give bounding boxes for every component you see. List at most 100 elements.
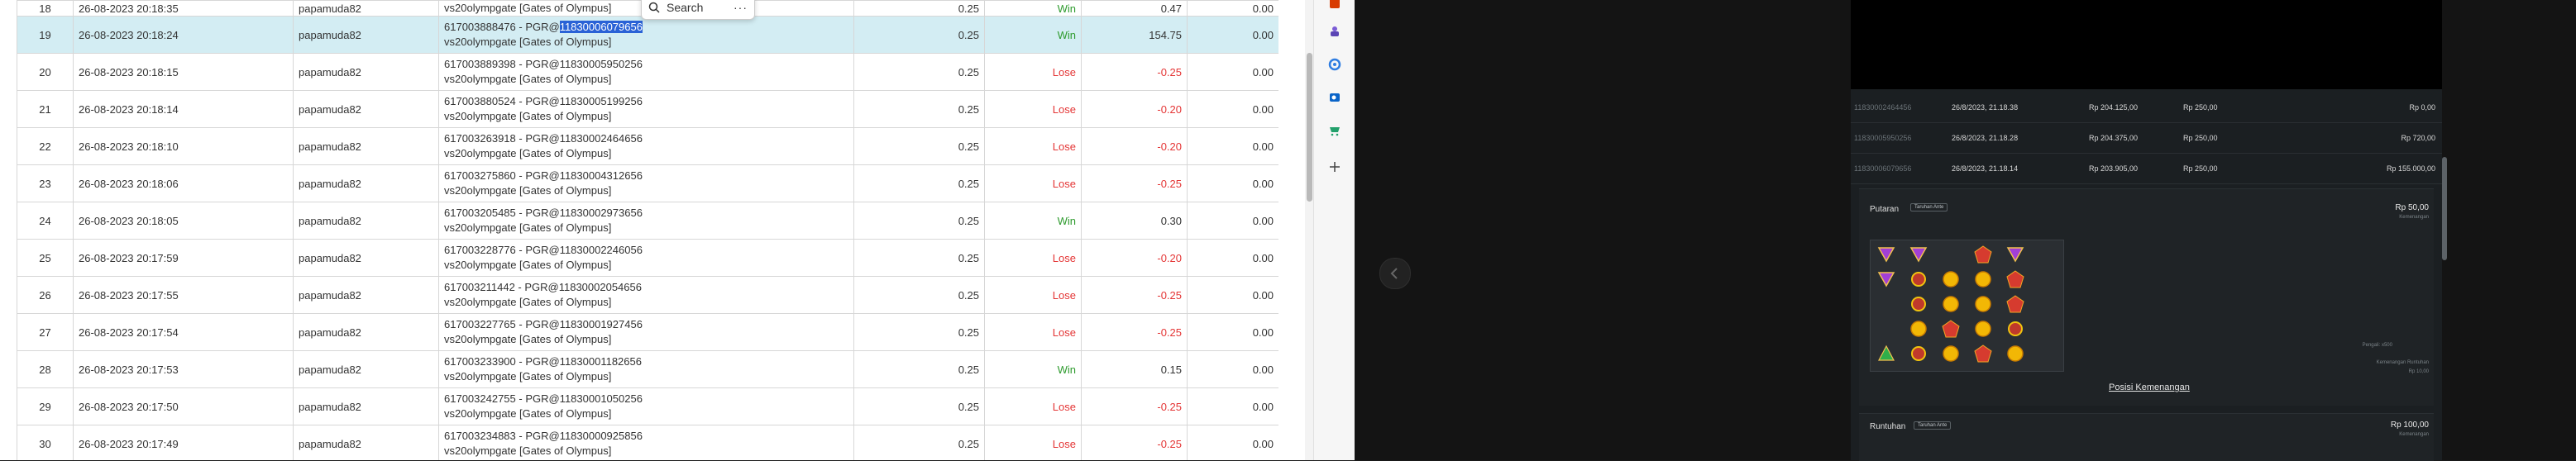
- slot-symbol-icon: [2008, 321, 2023, 336]
- slot-symbol-icon: [1877, 247, 1895, 263]
- table-row[interactable]: 20 26-08-2023 20:18:15 papamuda82 617003…: [17, 53, 1278, 91]
- row-balance: 0.00: [1187, 350, 1278, 388]
- table-row[interactable]: 21 26-08-2023 20:18:14 papamuda82 617003…: [17, 90, 1278, 128]
- report-pane: 18 26-08-2023 20:18:35 papamuda82 vs20ol…: [0, 0, 1313, 460]
- more-options-icon[interactable]: ···: [734, 1, 748, 14]
- row-date: 26-08-2023 20:17:49: [73, 425, 294, 460]
- history-win: Rp 155.000,00: [2386, 164, 2435, 173]
- win-position-link[interactable]: Posisi Kemenangan: [2109, 383, 2190, 392]
- row-number: 21: [17, 90, 74, 128]
- table-row[interactable]: 24 26-08-2023 20:18:05 papamuda82 617003…: [17, 202, 1278, 240]
- row-result: Lose: [984, 90, 1082, 128]
- search-icon: [648, 2, 660, 13]
- history-win: Rp 0,00: [2409, 103, 2435, 112]
- history-date: 26/8/2023, 21.18.14: [1952, 164, 2019, 173]
- history-id: 11830005950256: [1854, 134, 1912, 142]
- transaction-id: 617003205485 - PGR@11830002973656: [444, 207, 643, 219]
- game-video-area: [1851, 0, 2442, 89]
- row-username: papamuda82: [293, 276, 439, 314]
- table-row[interactable]: 22 26-08-2023 20:18:10 papamuda82 617003…: [17, 127, 1278, 165]
- row-date: 26-08-2023 20:18:05: [73, 202, 294, 240]
- row-result: Win: [984, 16, 1082, 54]
- row-number: 29: [17, 387, 74, 425]
- history-bet: Rp 250,00: [2183, 134, 2218, 142]
- row-profit: 0.47: [1081, 0, 1188, 17]
- table-row[interactable]: 30 26-08-2023 20:17:49 papamuda82 617003…: [17, 425, 1278, 460]
- game-name: vs20olympgate [Gates of Olympus]: [444, 407, 612, 420]
- slot-symbol-icon: [1975, 271, 1991, 288]
- table-row[interactable]: 27 26-08-2023 20:17:54 papamuda82 617003…: [17, 313, 1278, 351]
- table-row[interactable]: 19 26-08-2023 20:18:24 papamuda82 617003…: [17, 16, 1278, 54]
- history-date: 26/8/2023, 21.18.28: [1952, 134, 2019, 142]
- row-bet: 0.25: [853, 16, 985, 54]
- row-profit: 0.30: [1081, 202, 1188, 240]
- history-row[interactable]: 11830002464456 26/8/2023, 21.18.38 Rp 20…: [1851, 93, 2442, 123]
- row-transaction: 617003889398 - PGR@11830005950256 vs20ol…: [438, 53, 854, 91]
- slot-symbol-icon: [1909, 247, 1928, 263]
- table-row[interactable]: 29 26-08-2023 20:17:50 papamuda82 617003…: [17, 387, 1278, 425]
- transaction-id: 617003242755 - PGR@11830001050256: [444, 392, 643, 405]
- row-username: papamuda82: [293, 0, 439, 17]
- row-balance: 0.00: [1187, 276, 1278, 314]
- table-body: 18 26-08-2023 20:18:35 papamuda82 vs20ol…: [17, 0, 1278, 460]
- teams-icon[interactable]: [1328, 25, 1341, 38]
- table-row[interactable]: 28 26-08-2023 20:17:53 papamuda82 617003…: [17, 350, 1278, 388]
- table-row[interactable]: 25 26-08-2023 20:17:59 papamuda82 617003…: [17, 239, 1278, 277]
- office-icon[interactable]: [1328, 0, 1341, 10]
- row-transaction: 617003211442 - PGR@11830002054656 vs20ol…: [438, 276, 854, 314]
- add-icon[interactable]: [1328, 160, 1341, 173]
- row-date: 26-08-2023 20:18:24: [73, 16, 294, 54]
- row-balance: 0.00: [1187, 313, 1278, 351]
- row-profit: 154.75: [1081, 16, 1188, 54]
- slot-grid: [1870, 240, 2064, 372]
- row-number: 24: [17, 202, 74, 240]
- row-number: 19: [17, 16, 74, 54]
- slot-symbol-icon: [1942, 320, 1960, 338]
- row-number: 20: [17, 53, 74, 91]
- row-number: 26: [17, 276, 74, 314]
- runtuhan-amount: Rp 100,00: [2390, 421, 2429, 430]
- prev-arrow-button[interactable]: [1379, 258, 1411, 289]
- row-profit: -0.25: [1081, 53, 1188, 91]
- shopping-icon[interactable]: [1328, 124, 1341, 137]
- row-balance: 0.00: [1187, 164, 1278, 202]
- history-row[interactable]: 11830005950256 26/8/2023, 21.18.28 Rp 20…: [1851, 124, 2442, 154]
- row-profit: -0.25: [1081, 387, 1188, 425]
- row-number: 28: [17, 350, 74, 388]
- scrollbar-thumb[interactable]: [1307, 53, 1312, 202]
- transaction-id: 617003880524 - PGR@11830005199256: [444, 95, 643, 107]
- transaction-id: 617003888476 - PGR@: [444, 21, 560, 33]
- game-name: vs20olympgate [Gates of Olympus]: [444, 333, 612, 345]
- row-date: 26-08-2023 20:18:06: [73, 164, 294, 202]
- slot-symbol-icon: [2006, 270, 2024, 288]
- history-balance: Rp 203.905,00: [2089, 164, 2139, 173]
- row-number: 27: [17, 313, 74, 351]
- table-row[interactable]: 26 26-08-2023 20:17:55 papamuda82 617003…: [17, 276, 1278, 314]
- history-bet: Rp 250,00: [2183, 164, 2218, 173]
- row-profit: -0.20: [1081, 239, 1188, 277]
- row-balance: 0.00: [1187, 53, 1278, 91]
- outlook-icon[interactable]: [1328, 91, 1341, 104]
- row-profit: -0.25: [1081, 276, 1188, 314]
- search-label[interactable]: Search: [667, 1, 703, 14]
- row-balance: 0.00: [1187, 90, 1278, 128]
- panel-scrollbar[interactable]: [2442, 157, 2447, 260]
- search-popup[interactable]: Search ···: [641, 0, 755, 20]
- history-row[interactable]: 11830006079656 26/8/2023, 21.18.14 Rp 20…: [1851, 154, 2442, 184]
- game-name: vs20olympgate [Gates of Olympus]: [444, 370, 612, 383]
- row-balance: 0.00: [1187, 387, 1278, 425]
- selected-text[interactable]: 11830006079656: [559, 21, 643, 33]
- row-balance: 0.00: [1187, 425, 1278, 460]
- slot-symbol-icon: [1943, 296, 1959, 312]
- row-bet: 0.25: [853, 387, 985, 425]
- game-name: vs20olympgate [Gates of Olympus]: [444, 444, 612, 457]
- row-bet: 0.25: [853, 425, 985, 460]
- row-username: papamuda82: [293, 313, 439, 351]
- row-result: Lose: [984, 425, 1082, 460]
- copilot-icon[interactable]: [1328, 58, 1341, 71]
- slot-symbol-icon: [2006, 247, 2024, 263]
- slot-symbol-icon: [1878, 345, 1895, 361]
- putaran-title: Putaran: [1870, 205, 1900, 214]
- table-row[interactable]: 23 26-08-2023 20:18:06 papamuda82 617003…: [17, 164, 1278, 202]
- row-transaction: 617003880524 - PGR@11830005199256 vs20ol…: [438, 90, 854, 128]
